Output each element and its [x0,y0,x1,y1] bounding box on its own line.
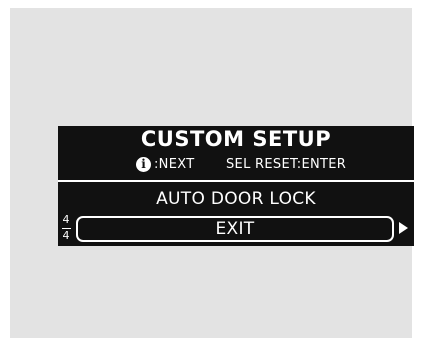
menu-item-auto-door-lock[interactable]: AUTO DOOR LOCK [58,188,414,210]
arrow-right-icon[interactable] [399,222,408,234]
divider [58,180,414,182]
info-icon: i [136,157,151,172]
menu-item-exit[interactable]: EXIT [76,216,394,242]
hint-select-reset-label: SEL RESET:ENTER [226,157,347,172]
screen-title: CUSTOM SETUP [140,127,332,151]
hint-row: i :NEXT SEL RESET:ENTER [58,156,414,174]
hint-next-label: :NEXT [154,157,195,172]
page-current: 4 [62,213,70,226]
custom-setup-screen: CUSTOM SETUP i :NEXT SEL RESET:ENTER AUT… [58,126,414,246]
display-frame: CUSTOM SETUP i :NEXT SEL RESET:ENTER AUT… [10,8,414,338]
page-total: 4 [62,229,70,242]
page-indicator: 4 4 [60,214,72,244]
